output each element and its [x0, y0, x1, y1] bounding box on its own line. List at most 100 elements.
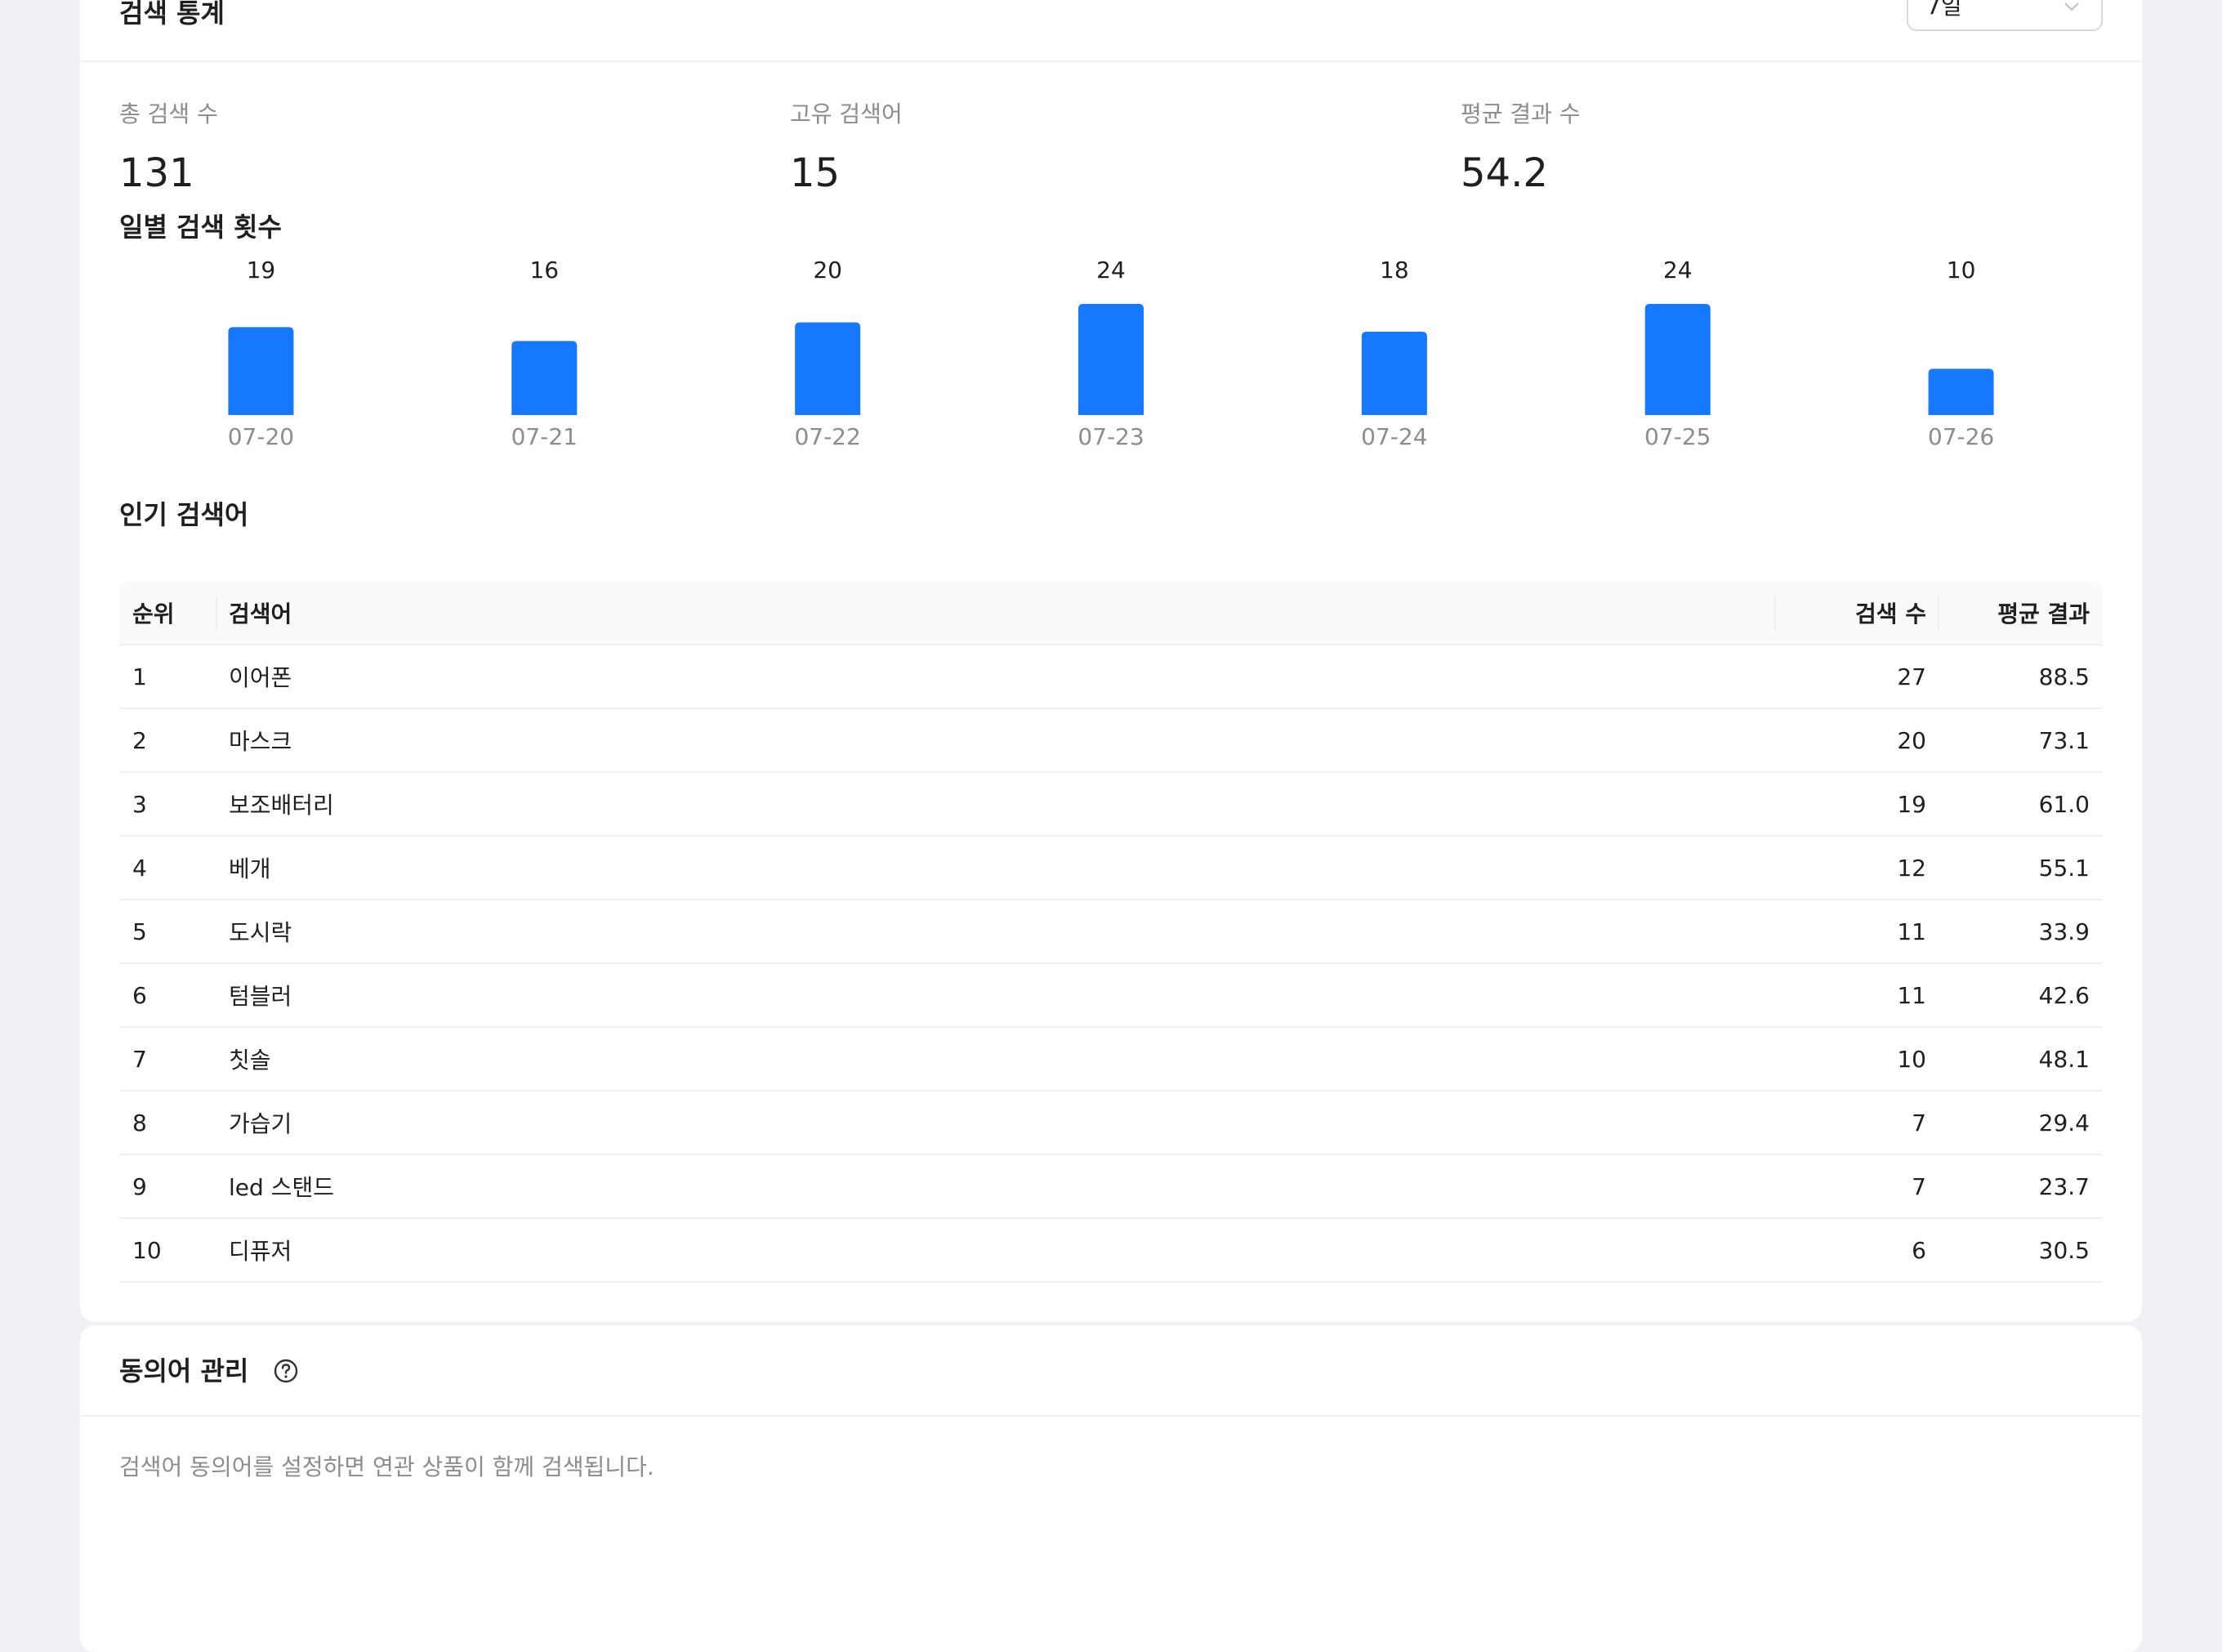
cell-rank: 6	[132, 981, 147, 1009]
cell-avg: 30.5	[2038, 1236, 2090, 1264]
cell-term: 이어폰	[229, 664, 292, 691]
popular-terms-title: 인기 검색어	[119, 499, 249, 530]
table-row: 10 디퓨저 6 30.5	[119, 1219, 2103, 1283]
chevron-down-icon	[2064, 2, 2079, 11]
header-divider	[216, 596, 217, 631]
bar-value-label: 16	[529, 257, 559, 284]
cell-count: 12	[1897, 854, 1926, 882]
stat-avg-results: 평균 결과 수 54.2	[1461, 100, 1581, 196]
cell-count: 20	[1897, 726, 1926, 754]
header-divider	[1938, 596, 1939, 631]
question-circle-icon[interactable]	[273, 1358, 299, 1384]
header-avg: 평균 결과	[1997, 601, 2090, 627]
chart-bar	[1361, 332, 1427, 415]
period-select-value: 7일	[1926, 0, 1962, 20]
stat-value: 54.2	[1461, 150, 1548, 196]
bar-value-label: 19	[247, 257, 276, 284]
daily-searches-chart: 19 07-20 16 07-21 20 07-22 24 07-23 18 07-24 24 07-…	[228, 257, 1995, 450]
cell-count: 11	[1897, 981, 1926, 1009]
cell-rank: 1	[132, 663, 147, 690]
stat-value: 131	[119, 150, 194, 196]
cell-count: 7	[1912, 1109, 1926, 1136]
cell-count: 11	[1897, 918, 1926, 945]
cell-term: 마스크	[229, 728, 292, 755]
bar-value-label: 24	[1096, 257, 1126, 284]
bar-value-label: 10	[1947, 257, 1976, 284]
cell-avg: 42.6	[2038, 981, 2090, 1009]
stat-value: 15	[790, 150, 841, 196]
chart-bar	[511, 341, 578, 415]
table-row: 1 이어폰 27 88.5	[119, 645, 2103, 709]
cell-count: 7	[1912, 1172, 1926, 1200]
search-stats-card: 검색 통계 7일 총 검색 수 131 고유 검색어 15 평균 결과 수 54…	[80, 0, 2142, 1322]
cell-avg: 88.5	[2038, 663, 2090, 690]
cell-rank: 7	[132, 1045, 147, 1073]
stat-label: 평균 결과 수	[1461, 100, 1581, 127]
cell-count: 27	[1897, 663, 1926, 690]
x-tick-label: 07-23	[1078, 423, 1144, 450]
x-tick-label: 07-25	[1644, 423, 1711, 450]
cell-term: 디퓨저	[229, 1238, 292, 1265]
table-row: 2 마스크 20 73.1	[119, 709, 2103, 773]
cell-term: 가습기	[229, 1110, 292, 1137]
header-term: 검색어	[229, 601, 292, 627]
chart-bar	[228, 327, 294, 415]
cell-term: 텀블러	[229, 983, 292, 1010]
header-count: 검색 수	[1854, 601, 1926, 627]
cell-avg: 61.0	[2038, 790, 2090, 818]
cell-avg: 73.1	[2038, 726, 2090, 754]
table-body: 1 이어폰 27 88.5 2 마스크 20 73.1 3 보조배터리 19 61.0 4 베개 12 55.…	[119, 645, 2103, 1283]
bar-value-label: 24	[1663, 257, 1693, 284]
cell-rank: 8	[132, 1109, 147, 1136]
cell-rank: 2	[132, 726, 147, 754]
x-tick-label: 07-26	[1928, 423, 1994, 450]
synonym-title: 동의어 관리	[119, 1355, 249, 1386]
chart-bar	[1928, 368, 1994, 415]
bar-value-label: 18	[1380, 257, 1409, 284]
table-row: 9 led 스탠드 7 23.7	[119, 1155, 2103, 1219]
cell-avg: 23.7	[2038, 1172, 2090, 1200]
synonym-card-header: 동의어 관리	[80, 1325, 2142, 1417]
bar-value-label: 20	[813, 257, 842, 284]
cell-rank: 5	[132, 918, 147, 945]
cell-rank: 10	[132, 1236, 162, 1264]
header-divider	[1774, 596, 1776, 631]
table-row: 6 텀블러 11 42.6	[119, 964, 2103, 1028]
stat-total-searches: 총 검색 수 131	[119, 100, 218, 196]
x-tick-label: 07-21	[511, 423, 578, 450]
cell-avg: 48.1	[2038, 1045, 2090, 1073]
x-tick-label: 07-20	[228, 423, 294, 450]
cell-avg: 29.4	[2038, 1109, 2090, 1136]
table-header: 순위 검색어 검색 수 평균 결과	[119, 582, 2103, 645]
x-tick-label: 07-22	[794, 423, 860, 450]
stat-label: 총 검색 수	[119, 100, 218, 127]
cell-avg: 55.1	[2038, 854, 2090, 882]
cell-count: 19	[1897, 790, 1926, 818]
cell-term: 베개	[229, 855, 271, 882]
stat-unique-terms: 고유 검색어 15	[790, 103, 903, 196]
cell-rank: 9	[132, 1172, 147, 1200]
synonym-description: 검색어 동의어를 설정하면 연관 상품이 함께 검색됩니다.	[119, 1453, 654, 1480]
table-row: 4 베개 12 55.1	[119, 837, 2103, 900]
cell-term: 칫솔	[229, 1047, 271, 1074]
stats-card-header: 검색 통계 7일	[80, 0, 2142, 62]
cell-avg: 33.9	[2038, 918, 2090, 945]
popular-terms-table: 순위 검색어 검색 수 평균 결과 1 이어폰 27 88.5 2 마스크 20 73.1 3 보…	[119, 582, 2103, 1283]
header-rank: 순위	[132, 601, 175, 627]
stats-title: 검색 통계	[119, 0, 225, 29]
cell-term: 도시락	[229, 919, 292, 946]
chart-bar	[795, 322, 861, 415]
table-row: 8 가습기 7 29.4	[119, 1092, 2103, 1155]
cell-term: 보조배터리	[229, 792, 334, 819]
x-tick-label: 07-24	[1361, 423, 1427, 450]
period-select[interactable]: 7일	[1907, 0, 2103, 31]
cell-term: led 스탠드	[229, 1174, 334, 1201]
cell-count: 10	[1897, 1045, 1926, 1073]
cell-rank: 4	[132, 854, 147, 882]
synonym-management-card: 동의어 관리 검색어 동의어를 설정하면 연관 상품이 함께 검색됩니다.	[80, 1325, 2142, 1652]
table-row: 3 보조배터리 19 61.0	[119, 773, 2103, 837]
cell-count: 6	[1912, 1236, 1926, 1264]
daily-searches-title: 일별 검색 횟수	[119, 212, 282, 243]
table-row: 5 도시락 11 33.9	[119, 900, 2103, 964]
cell-rank: 3	[132, 790, 147, 818]
